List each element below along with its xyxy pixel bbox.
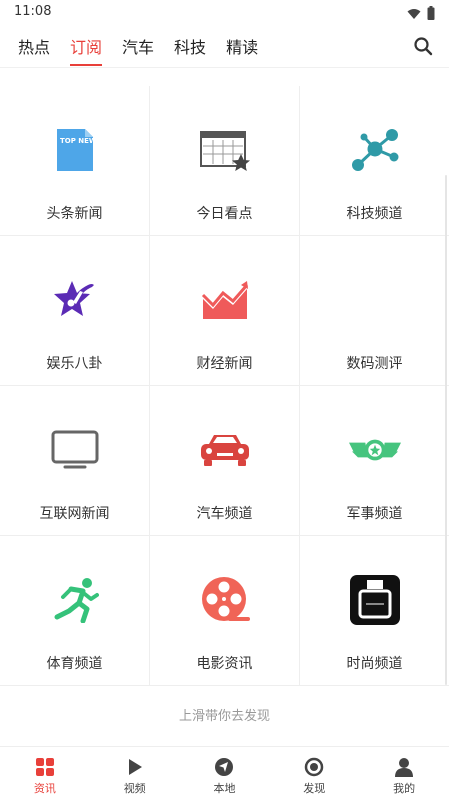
nav-label: 视频 xyxy=(123,782,146,795)
status-bar: 11:08 xyxy=(0,0,449,26)
bottom-nav: 资讯 视频 本地 发现 我的 xyxy=(0,746,449,800)
nav-video[interactable]: 视频 xyxy=(90,747,180,800)
swipe-up-hint: 上滑带你去发现 xyxy=(178,709,270,724)
channel-grid: TOP NEWS 头条新闻 今日看点 xyxy=(0,86,449,686)
scrollbar[interactable] xyxy=(445,175,447,685)
play-icon xyxy=(125,757,145,777)
military-badge-icon xyxy=(348,424,401,476)
top-tab-bar: 热点 订阅 汽车 科技 精读 xyxy=(0,26,449,68)
channel-internet[interactable]: 互联网新闻 xyxy=(0,386,150,536)
status-icons xyxy=(407,5,435,24)
channel-label: 科技频道 xyxy=(346,206,403,222)
digital-placeholder-icon xyxy=(349,274,401,326)
nav-news[interactable]: 资讯 xyxy=(0,747,90,800)
running-man-icon xyxy=(49,574,101,626)
user-icon xyxy=(394,757,414,777)
top-news-icon-text: TOP NEWS xyxy=(60,137,95,145)
channel-entertainment[interactable]: 娱乐八卦 xyxy=(0,236,150,386)
nav-discover[interactable]: 发现 xyxy=(269,747,359,800)
channel-auto[interactable]: 汽车频道 xyxy=(150,386,300,536)
status-time: 11:08 xyxy=(14,4,52,19)
car-icon xyxy=(199,424,251,476)
nav-me[interactable]: 我的 xyxy=(359,747,449,800)
search-icon[interactable] xyxy=(413,36,433,56)
channel-movie[interactable]: 电影资讯 xyxy=(150,536,300,686)
tab-subscribe[interactable]: 订阅 xyxy=(70,34,103,66)
channel-label: 电影资讯 xyxy=(196,656,253,672)
channel-fashion[interactable]: 时尚频道 xyxy=(300,536,449,686)
channel-label: 汽车频道 xyxy=(196,506,253,522)
channel-label: 时尚频道 xyxy=(346,656,403,672)
top-news-icon: TOP NEWS xyxy=(49,124,101,176)
channel-label: 互联网新闻 xyxy=(39,506,110,522)
wifi-icon xyxy=(407,5,421,24)
nav-label: 发现 xyxy=(303,782,326,795)
channel-label: 娱乐八卦 xyxy=(46,356,103,372)
trend-chart-icon xyxy=(199,274,251,326)
location-arrow-icon xyxy=(214,757,234,777)
film-reel-icon xyxy=(199,574,251,626)
channel-military[interactable]: 军事频道 xyxy=(300,386,449,536)
channel-label: 军事频道 xyxy=(346,506,403,522)
channel-label: 今日看点 xyxy=(196,206,253,222)
molecule-icon xyxy=(349,124,401,176)
nav-label: 本地 xyxy=(213,782,236,795)
channel-label: 体育频道 xyxy=(46,656,103,672)
star-note-icon xyxy=(49,274,101,326)
channel-digital[interactable]: 数码测评 xyxy=(300,236,449,386)
nav-label: 我的 xyxy=(393,782,416,795)
grid-icon xyxy=(35,757,55,777)
monitor-icon xyxy=(49,424,101,476)
perfume-icon xyxy=(349,574,401,626)
nav-local[interactable]: 本地 xyxy=(180,747,270,800)
channel-tech[interactable]: 科技频道 xyxy=(300,86,449,236)
channel-label: 财经新闻 xyxy=(196,356,253,372)
channel-label: 头条新闻 xyxy=(46,206,103,222)
channel-finance[interactable]: 财经新闻 xyxy=(150,236,300,386)
tab-hot[interactable]: 热点 xyxy=(18,34,50,64)
channel-sports[interactable]: 体育频道 xyxy=(0,536,150,686)
channel-label: 数码测评 xyxy=(346,356,403,372)
channel-top-news[interactable]: TOP NEWS 头条新闻 xyxy=(0,86,150,236)
tab-featured[interactable]: 精读 xyxy=(226,34,258,64)
channel-today[interactable]: 今日看点 xyxy=(150,86,300,236)
discover-ring-icon xyxy=(304,757,324,777)
nav-label: 资讯 xyxy=(33,782,56,795)
battery-icon xyxy=(427,5,435,24)
tab-list: 热点 订阅 汽车 科技 精读 xyxy=(18,34,278,66)
tab-tech[interactable]: 科技 xyxy=(174,34,206,64)
tab-auto[interactable]: 汽车 xyxy=(122,34,154,64)
calendar-star-icon xyxy=(199,124,251,176)
